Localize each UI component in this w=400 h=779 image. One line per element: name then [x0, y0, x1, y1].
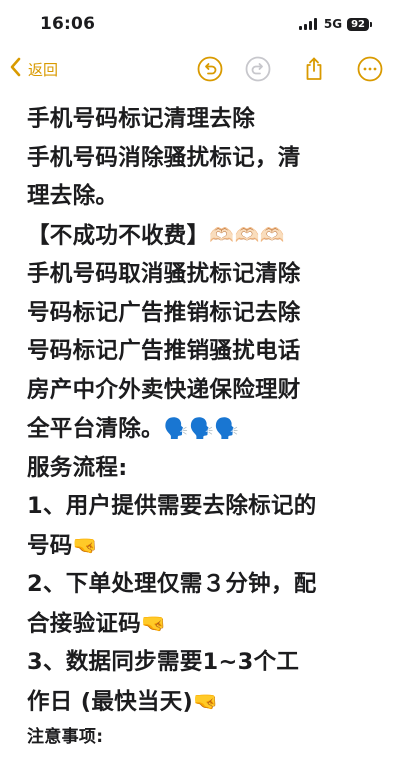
undo-icon[interactable] [197, 56, 223, 82]
network-type: 5G [323, 17, 343, 31]
note-line: 房产中介外卖快递保险理财 [27, 376, 301, 403]
note-line: 号码标记广告推销标记去除 [27, 299, 301, 326]
pointing-fist-emoji: 🤜 [72, 532, 98, 557]
redo-icon[interactable] [245, 56, 271, 82]
battery-level: 92 [347, 17, 369, 31]
signal-icon [298, 18, 317, 30]
status-time: 16:06 [40, 14, 96, 34]
battery-icon: 92 [347, 17, 372, 31]
nav-bar: 返回 [0, 52, 400, 88]
note-line: 3、数据同步需要1~3个工 [27, 649, 300, 675]
note-line: 2、下单处理仅需３分钟，配 [27, 571, 317, 597]
note-line: 手机号码标记清理去除 [27, 106, 256, 132]
note-line: 合接验证码🤜 [27, 610, 167, 637]
note-line: 服务流程: [27, 454, 128, 481]
status-indicators: 5G 92 [298, 17, 372, 31]
more-icon[interactable] [357, 56, 383, 82]
back-button[interactable]: 返回 [8, 56, 58, 82]
note-line: 1、用户提供需要去除标记的 [27, 493, 317, 519]
note-line: 作日 (最快当天)🤜 [27, 688, 219, 715]
back-label: 返回 [28, 60, 59, 79]
share-icon[interactable] [301, 56, 327, 82]
note-line: 全平台清除。🗣️🗣️🗣️ [27, 416, 240, 442]
pointing-fist-emoji: 🤜 [141, 610, 167, 635]
note-line: 注意事项: [27, 727, 104, 747]
speaking-head-emoji: 🗣️🗣️🗣️ [163, 416, 240, 440]
note-line: 手机号码消除骚扰标记，清 [27, 144, 301, 171]
heart-hands-emoji: 🫶🏻🫶🏻🫶🏻 [209, 222, 286, 247]
note-line: 手机号码取消骚扰标记清除 [27, 261, 301, 287]
status-bar: 16:06 5G 92 [0, 0, 400, 46]
note-body[interactable]: 手机号码标记清理去除 手机号码消除骚扰标记，清 理去除。 【不成功不收费】🫶🏻🫶… [27, 100, 378, 751]
note-line: 号码标记广告推销骚扰电话 [27, 338, 301, 364]
note-line: 【不成功不收费】🫶🏻🫶🏻🫶🏻 [27, 222, 286, 249]
note-line: 号码🤜 [27, 532, 98, 559]
pointing-fist-emoji: 🤜 [193, 688, 219, 713]
chevron-left-icon [8, 56, 24, 82]
note-line: 理去除。 [27, 183, 119, 209]
